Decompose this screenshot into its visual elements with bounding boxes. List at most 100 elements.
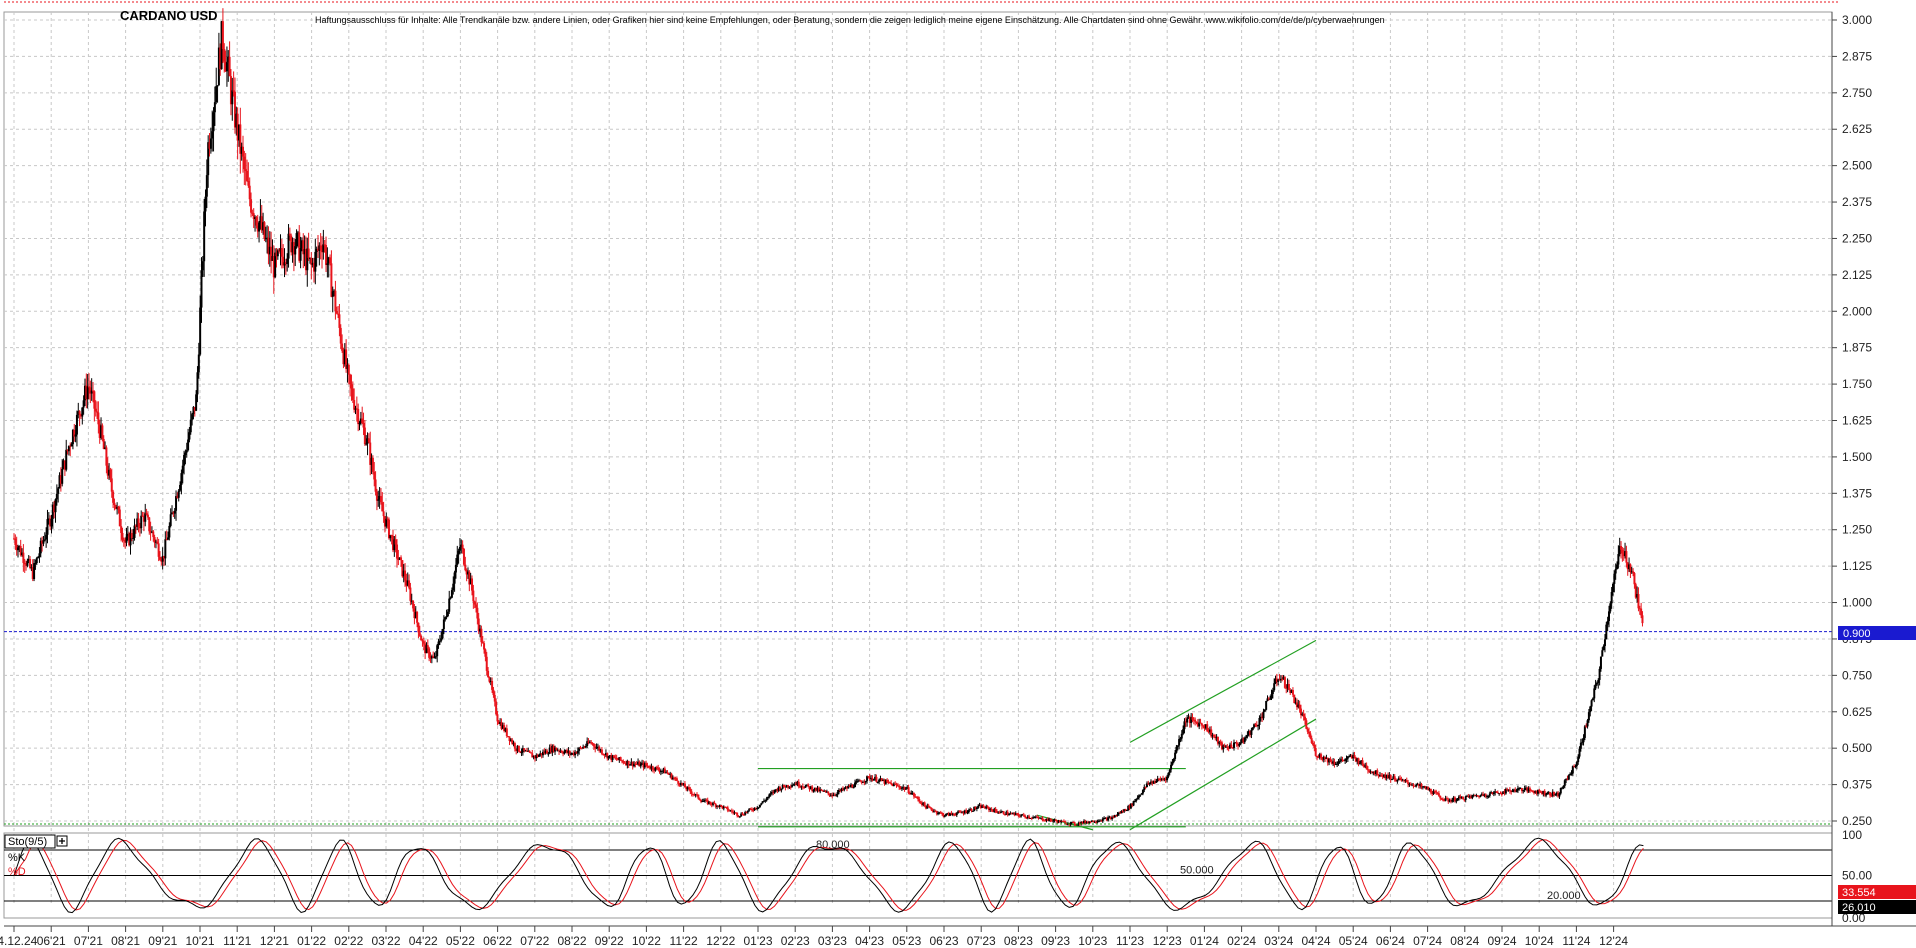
candle-body <box>546 750 549 754</box>
candle-body <box>1429 788 1432 793</box>
candle-body <box>350 384 353 389</box>
stoch-d-badge: 26.010 <box>1838 900 1916 914</box>
candle-body <box>1194 719 1197 722</box>
candle-body <box>86 386 89 400</box>
x-tick-label: 02'24 <box>1227 934 1256 948</box>
candle-body <box>1320 754 1323 758</box>
candle-body <box>199 307 202 355</box>
candle-body <box>1500 793 1503 795</box>
candle-body <box>666 772 669 774</box>
candle-body <box>1574 766 1577 768</box>
candle-body <box>1024 815 1027 818</box>
candle-body <box>381 502 384 512</box>
candle-body <box>408 580 411 588</box>
candle-body <box>1293 694 1296 703</box>
x-tick-label: 04'23 <box>855 934 884 948</box>
candle-body <box>1601 650 1604 657</box>
candle-body <box>916 796 919 800</box>
candle-body <box>1567 775 1570 780</box>
candle-body <box>801 786 804 788</box>
candle-body <box>1265 700 1268 710</box>
candle-body <box>70 444 73 447</box>
candle-body <box>26 561 29 566</box>
candle-body <box>442 619 445 629</box>
candle-body <box>1405 780 1408 783</box>
y-tick-label: 2.750 <box>1842 86 1872 100</box>
candle-body <box>351 388 354 401</box>
candle-body <box>43 539 46 541</box>
candle-body <box>1337 761 1340 764</box>
candle-body <box>1313 744 1316 748</box>
y-tick-label: 1.750 <box>1842 377 1872 391</box>
candle-body <box>1283 677 1286 688</box>
candle-body <box>299 248 302 261</box>
candle-body <box>1582 737 1585 743</box>
candle-body <box>1621 549 1624 554</box>
candle-body <box>1637 594 1640 609</box>
candle-body <box>1554 794 1557 796</box>
stoch-level-label: 20.000 <box>1547 890 1581 902</box>
candle-body <box>46 519 49 535</box>
candle-body <box>1329 758 1332 762</box>
candle-body <box>446 611 449 617</box>
candle-body <box>132 537 135 539</box>
candle-body <box>487 670 490 678</box>
candle-body <box>955 813 958 815</box>
candle-body <box>1206 724 1209 732</box>
candle-body <box>827 791 830 794</box>
candle-body <box>121 532 124 540</box>
candle-body <box>780 788 783 791</box>
candle-body <box>647 765 650 768</box>
candle-body <box>766 796 769 799</box>
candle-body <box>146 514 149 518</box>
candle-body <box>361 418 364 424</box>
candle-body <box>1640 608 1643 616</box>
candle-body <box>1594 684 1597 689</box>
candle-body <box>937 813 940 815</box>
candle-body <box>33 563 36 580</box>
candle-body <box>600 749 603 754</box>
candle-body <box>243 156 246 170</box>
candle-body <box>505 728 508 737</box>
y-tick-label: 1.500 <box>1842 450 1872 464</box>
candle-body <box>250 199 253 213</box>
y-tick-label: 1.125 <box>1842 559 1872 573</box>
candle-body <box>1310 738 1313 743</box>
candle-body <box>986 806 989 808</box>
y-tick-label: 1.625 <box>1842 414 1872 428</box>
candle-body <box>42 540 45 544</box>
stochastic-label: Sto(9/5) <box>8 836 47 848</box>
candle-body <box>480 628 483 643</box>
candle-body <box>81 407 84 417</box>
candle-body <box>1317 757 1320 759</box>
candle-body <box>895 784 898 786</box>
candle-body <box>93 391 96 409</box>
candle-body <box>1617 554 1620 565</box>
candle-body <box>1522 790 1525 792</box>
candle-body <box>326 263 329 265</box>
candle-body <box>1625 551 1628 563</box>
candle-body <box>461 544 464 549</box>
candle-body <box>1166 776 1169 781</box>
candle-body <box>635 763 638 765</box>
candle-body <box>319 245 322 250</box>
x-tick-label: 04'22 <box>409 934 438 948</box>
candle-body <box>353 400 356 410</box>
candle-body <box>169 514 172 526</box>
stochastic-header[interactable]: Sto(9/5) <box>4 834 68 849</box>
candle-body <box>1412 784 1415 786</box>
candle-body <box>440 638 443 641</box>
candle-body <box>373 471 376 480</box>
candle-body <box>750 809 753 811</box>
candle-body <box>1365 765 1368 770</box>
candle-body <box>1455 800 1458 802</box>
candle-body <box>78 411 81 415</box>
candle-body <box>1235 742 1238 745</box>
candle-body <box>1591 698 1594 701</box>
candle-body <box>555 747 558 751</box>
candle-body <box>255 217 258 226</box>
candle-body <box>1613 573 1616 584</box>
candle-body <box>335 311 338 314</box>
candle-body <box>1041 817 1044 821</box>
candle-body <box>904 788 907 790</box>
